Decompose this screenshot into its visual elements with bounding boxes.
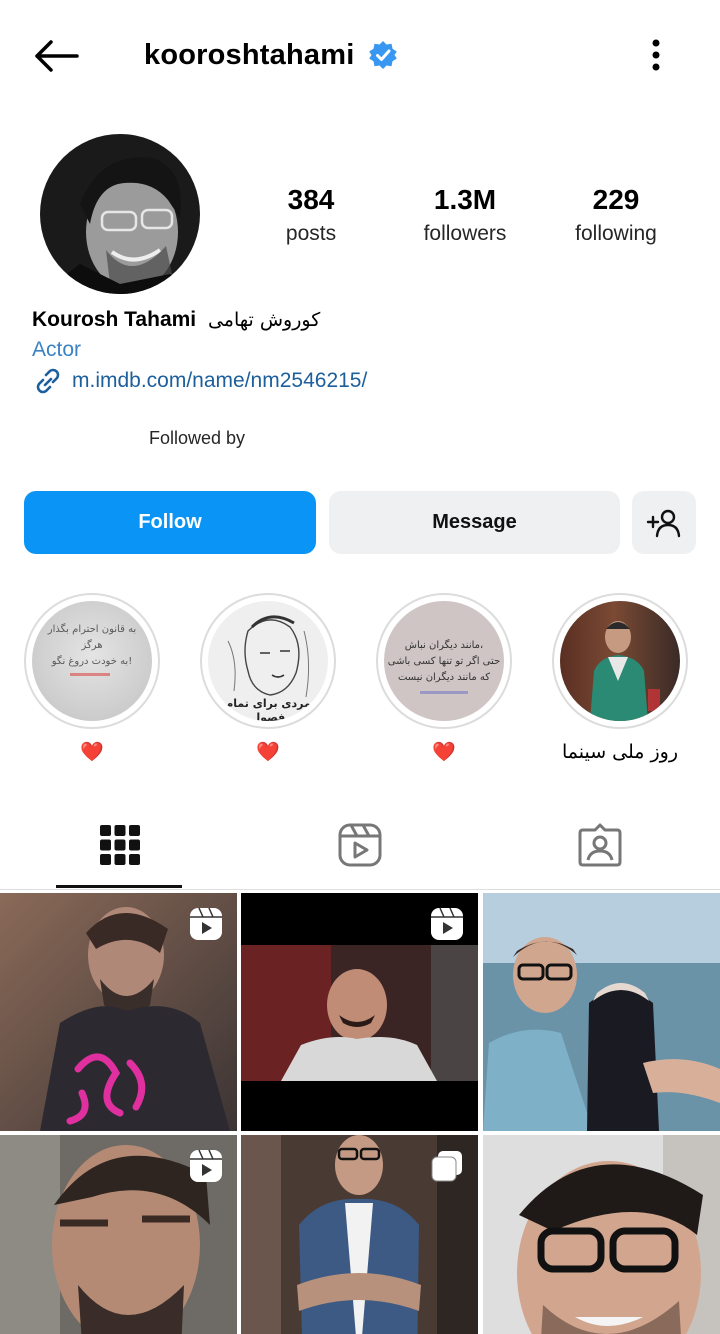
arrow-left-icon	[35, 40, 79, 72]
highlight-cover: به قانون احترام بگذار هرگز به خودت دروغ …	[24, 593, 160, 729]
highlight-cover-text: به قانون احترام بگذار	[47, 624, 137, 635]
highlight-cover-text: به خودت دروغ نگو!	[51, 656, 133, 667]
profile-category: Actor	[32, 338, 82, 361]
bio-link-text: m.imdb.com/name/nm2546215/	[72, 369, 368, 392]
profile-header: kooroshtahami	[0, 0, 720, 110]
highlight-caption: ❤️	[432, 741, 456, 763]
follow-button[interactable]: Follow	[24, 491, 316, 554]
following-count[interactable]: 229 following	[536, 182, 696, 250]
highlight-cover-text: هرگز	[81, 640, 103, 651]
profile-tabs	[0, 800, 720, 890]
verified-badge-icon	[368, 40, 398, 70]
story-highlight-4[interactable]: روز ملی سینما	[552, 593, 688, 765]
followers-count-label: followers	[423, 222, 507, 245]
active-tab-indicator	[56, 885, 182, 888]
link-icon	[36, 368, 60, 394]
add-user-icon	[646, 509, 681, 537]
username-title: kooroshtahami	[144, 34, 398, 76]
highlight-cover: مانند دیگران نباش، حتی اگر تو تنها کسی ب…	[376, 593, 512, 729]
reel-badge-icon	[189, 907, 223, 941]
bio-link[interactable]: m.imdb.com/name/nm2546215/	[32, 366, 367, 396]
story-highlight-1[interactable]: به قانون احترام بگذار هرگز به خودت دروغ …	[24, 593, 160, 765]
posts-count-value: 384	[287, 184, 335, 215]
carousel-badge-icon	[430, 1149, 464, 1183]
grid-post[interactable]	[241, 893, 478, 1131]
suggested-users-button[interactable]	[632, 491, 696, 554]
posts-count[interactable]: 384 posts	[231, 182, 391, 250]
tab-posts-grid[interactable]	[0, 800, 240, 890]
more-options-button[interactable]	[636, 34, 676, 76]
message-button[interactable]: Message	[329, 491, 620, 554]
story-highlight-3[interactable]: مانند دیگران نباش، حتی اگر تو تنها کسی ب…	[376, 593, 512, 765]
highlight-cover-text: حتی اگر تو تنها کسی باشی	[387, 656, 501, 667]
highlight-cover: مردی برای تمام فصول	[200, 593, 336, 729]
back-button[interactable]	[28, 30, 84, 82]
highlight-caption: ❤️	[256, 741, 280, 763]
posts-count-label: posts	[285, 222, 337, 245]
reel-badge-icon	[430, 907, 464, 941]
highlight-caption: روز ملی سینما	[561, 741, 679, 763]
profile-avatar[interactable]	[40, 134, 200, 294]
tab-reels[interactable]	[240, 800, 480, 890]
profile-display-name: Kourosh Tahami کوروش تهامی	[32, 306, 320, 334]
more-vertical-icon	[652, 39, 660, 71]
story-highlight-2[interactable]: مردی برای تمام فصول ❤️	[200, 593, 336, 765]
display-name-fa: کوروش تهامی	[207, 309, 321, 331]
reel-badge-icon	[189, 1149, 223, 1183]
grid-post[interactable]	[483, 893, 720, 1131]
grid-post[interactable]	[0, 893, 237, 1131]
grid-post[interactable]	[241, 1135, 478, 1334]
highlight-cover	[552, 593, 688, 729]
highlight-cover-text: مانند دیگران نباش،	[404, 640, 484, 651]
tab-tagged[interactable]	[480, 800, 720, 890]
tagged-user-icon	[578, 823, 622, 867]
display-name-en: Kourosh Tahami	[32, 308, 197, 331]
following-count-value: 229	[592, 184, 640, 215]
grid-post[interactable]	[0, 1135, 237, 1334]
following-count-label: following	[575, 222, 657, 245]
followed-by-text[interactable]: Followed by	[149, 428, 245, 449]
followers-count[interactable]: 1.3M followers	[385, 182, 545, 250]
grid-post[interactable]	[483, 1135, 720, 1334]
highlight-cover-text: که مانند دیگران نیست	[397, 672, 491, 683]
grid-icon	[100, 825, 140, 865]
reels-icon	[338, 823, 382, 867]
followers-count-value: 1.3M	[433, 184, 497, 215]
highlight-cover-text: مردی برای تمام فصول	[225, 697, 311, 721]
username: kooroshtahami	[144, 38, 355, 71]
highlight-caption: ❤️	[80, 741, 104, 763]
